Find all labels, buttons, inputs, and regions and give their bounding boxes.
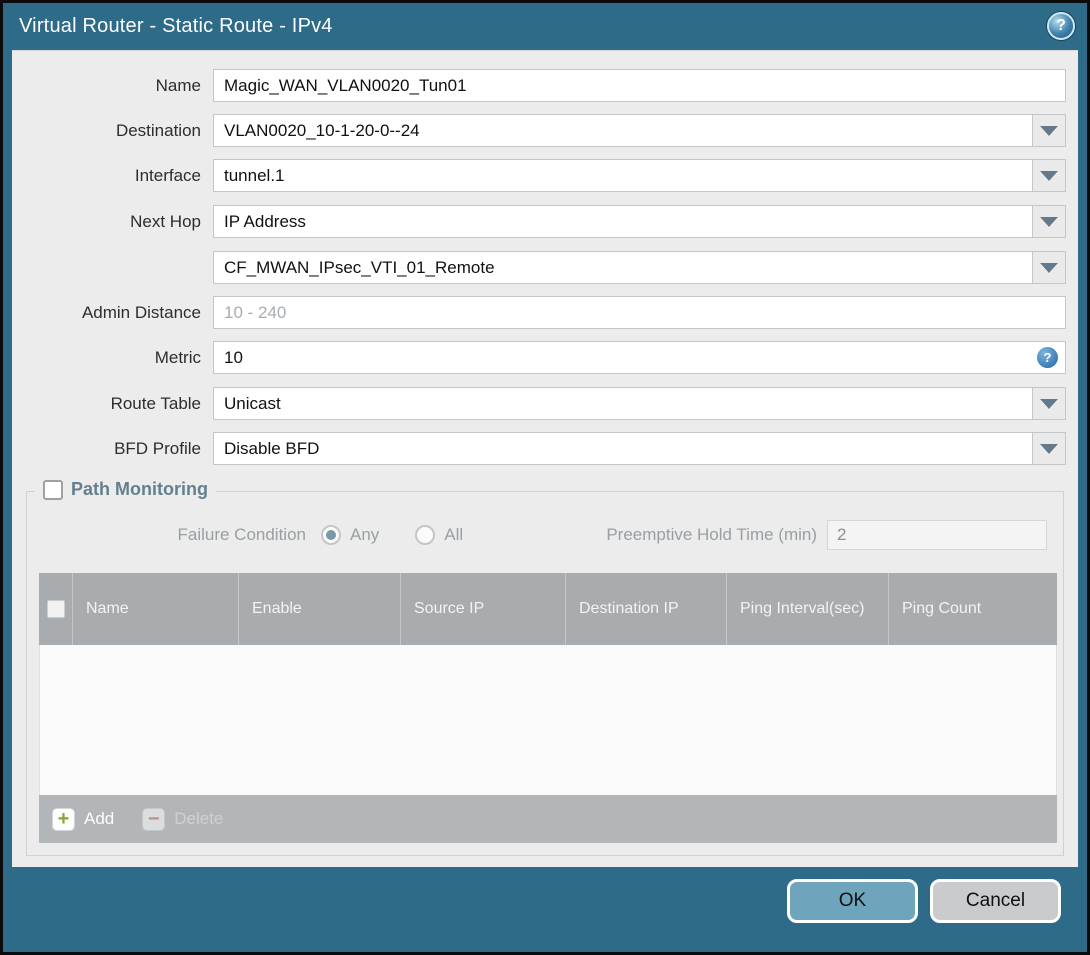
- column-header-ping-count[interactable]: Ping Count: [889, 573, 1057, 645]
- chevron-down-icon[interactable]: [1032, 388, 1065, 419]
- destination-label: Destination: [115, 120, 201, 140]
- bfd-profile-label: BFD Profile: [114, 438, 201, 458]
- failure-condition-all-radio[interactable]: [415, 524, 436, 545]
- chevron-down-icon[interactable]: [1032, 115, 1065, 146]
- route-table-input[interactable]: [214, 388, 1032, 419]
- path-monitoring-section: Path Monitoring Failure Condition Any Al…: [26, 479, 1064, 856]
- interface-select[interactable]: [213, 159, 1066, 192]
- metric-input[interactable]: [213, 341, 1066, 374]
- static-route-dialog: Virtual Router - Static Route - IPv4 ? N…: [0, 0, 1090, 955]
- column-header-destination-ip[interactable]: Destination IP: [566, 573, 727, 645]
- table-toolbar: + Add − Delete: [39, 795, 1057, 843]
- destination-select[interactable]: [213, 114, 1066, 147]
- failure-condition-all-label: All: [444, 524, 464, 544]
- metric-label: Metric: [154, 347, 201, 367]
- name-input[interactable]: [213, 69, 1066, 102]
- next-hop-label: Next Hop: [130, 211, 201, 231]
- bfd-profile-select[interactable]: [213, 432, 1066, 465]
- cancel-button[interactable]: Cancel: [930, 879, 1061, 923]
- add-button[interactable]: + Add: [52, 807, 114, 831]
- interface-label: Interface: [134, 165, 201, 185]
- next-hop-type-input[interactable]: [214, 206, 1032, 237]
- next-hop-type-select[interactable]: [213, 205, 1066, 238]
- name-label: Name: [155, 75, 201, 95]
- metric-help-icon[interactable]: ?: [1037, 347, 1058, 368]
- dialog-titlebar: Virtual Router - Static Route - IPv4 ?: [3, 3, 1087, 50]
- table-header-row: Name Enable Source IP Destination IP Pin…: [39, 573, 1057, 645]
- chevron-down-icon[interactable]: [1032, 252, 1065, 283]
- path-monitoring-table: Name Enable Source IP Destination IP Pin…: [39, 573, 1057, 843]
- chevron-down-icon[interactable]: [1032, 160, 1065, 191]
- add-icon: +: [52, 807, 75, 831]
- chevron-down-icon[interactable]: [1032, 433, 1065, 464]
- table-body-empty: [39, 645, 1057, 795]
- column-header-source-ip[interactable]: Source IP: [401, 573, 566, 645]
- delete-button[interactable]: − Delete: [142, 807, 223, 831]
- failure-condition-any-label: Any: [350, 524, 380, 544]
- preemptive-hold-time-label: Preemptive Hold Time (min): [606, 524, 817, 544]
- preemptive-hold-time-input[interactable]: [827, 519, 1047, 550]
- interface-input[interactable]: [214, 160, 1032, 191]
- destination-input[interactable]: [214, 115, 1032, 146]
- failure-condition-label: Failure Condition: [177, 524, 306, 544]
- dialog-content: Name Destination Interface Next Hop: [12, 50, 1078, 867]
- help-icon[interactable]: ?: [1047, 12, 1075, 40]
- admin-distance-label: Admin Distance: [81, 302, 201, 322]
- select-all-checkbox[interactable]: [46, 600, 65, 618]
- next-hop-address-select[interactable]: [213, 251, 1066, 284]
- route-table-select[interactable]: [213, 387, 1066, 420]
- column-header-ping-interval[interactable]: Ping Interval(sec): [727, 573, 889, 645]
- failure-condition-any-radio[interactable]: [321, 524, 341, 545]
- admin-distance-input[interactable]: [213, 296, 1066, 329]
- ok-button[interactable]: OK: [787, 879, 918, 923]
- bfd-profile-input[interactable]: [214, 433, 1032, 464]
- path-monitoring-checkbox[interactable]: [43, 479, 63, 500]
- column-header-enable[interactable]: Enable: [239, 573, 401, 645]
- column-header-name[interactable]: Name: [73, 573, 239, 645]
- next-hop-address-input[interactable]: [214, 252, 1032, 283]
- chevron-down-icon[interactable]: [1032, 206, 1065, 237]
- route-table-label: Route Table: [110, 393, 201, 413]
- path-monitoring-title: Path Monitoring: [71, 479, 208, 499]
- dialog-title: Virtual Router - Static Route - IPv4: [19, 15, 333, 37]
- delete-icon: −: [142, 807, 166, 831]
